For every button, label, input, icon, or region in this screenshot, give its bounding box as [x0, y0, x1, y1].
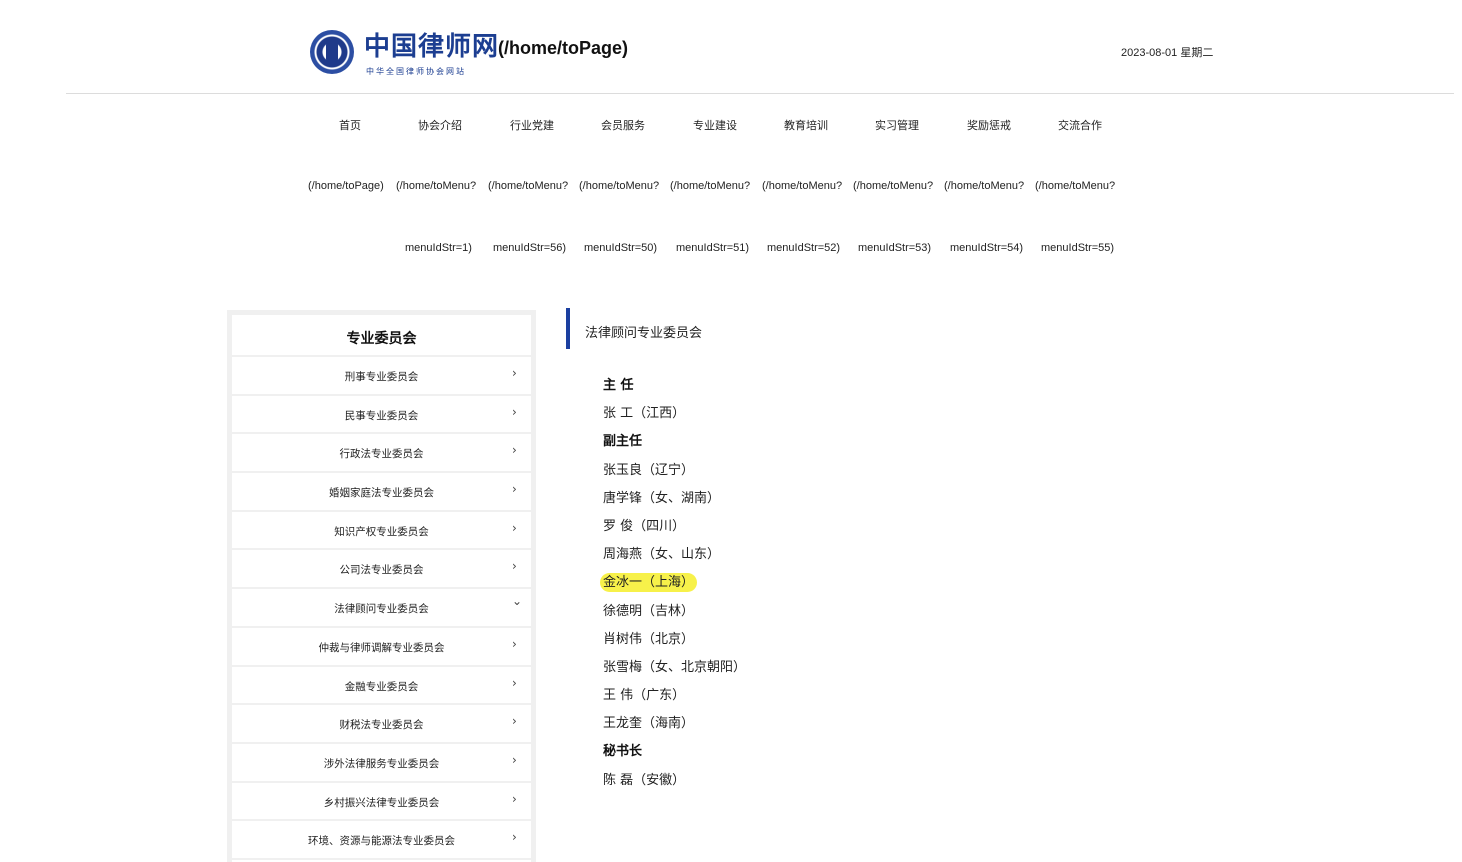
site-header: 中国律师网 中华全国律师协会网站 (/home/toPage) 2023-08-… [0, 0, 1462, 95]
member-name: 罗 俊（四川） [603, 518, 686, 534]
nav-url[interactable]: (/home/toMenu? [396, 180, 476, 192]
sidebar-item-label: 涉外法律服务专业委员会 [323, 757, 440, 770]
chevron-right-icon: › [512, 830, 517, 845]
current-date: 2023-08-01 星期二 [1121, 47, 1214, 59]
role-heading: 主 任 [603, 378, 634, 393]
highlighted-text: 金冰一（上海） [600, 573, 698, 593]
nav-item-home[interactable]: 首页 [339, 117, 361, 133]
logo-title: 中国律师网 [364, 32, 500, 62]
chevron-right-icon: › [512, 443, 517, 458]
nav-url[interactable]: (/home/toMenu? [1035, 180, 1115, 192]
sidebar-item-label: 行政法专业委员会 [339, 448, 424, 461]
nav-url[interactable]: (/home/toMenu? [853, 180, 933, 192]
member-name: 肖树伟（北京） [603, 631, 695, 647]
role-heading: 副主任 [603, 434, 643, 450]
member-name: 张 工（江西） [603, 406, 686, 422]
sidebar-item-label: 民事专业委员会 [344, 409, 419, 422]
member-name: 张玉良（辽宁） [603, 462, 695, 478]
nav-url[interactable]: (/home/toMenu? [762, 180, 842, 192]
nav-item-professional[interactable]: 专业建设 [693, 117, 737, 133]
sidebar-item-label: 仲裁与律师调解专业委员会 [318, 641, 445, 654]
chevron-right-icon: › [512, 482, 517, 497]
chevron-right-icon: › [512, 791, 517, 806]
nav-param[interactable]: menuIdStr=51) [676, 242, 749, 254]
sidebar-item-label: 法律顾问专业委员会 [334, 603, 429, 616]
chevron-right-icon: › [512, 675, 517, 690]
member-name: 王 伟（广东） [603, 688, 686, 704]
member-name: 徐德明（吉林） [603, 603, 695, 619]
nav-param[interactable]: menuIdStr=53) [858, 242, 931, 254]
nav-url[interactable]: (/home/toMenu? [488, 180, 568, 192]
chevron-right-icon: › [512, 559, 517, 574]
committee-title: 法律顾问专业委员会 [585, 326, 703, 341]
member-name: 王龙奎（海南） [603, 716, 695, 732]
chevron-right-icon: › [512, 520, 517, 535]
committee-sidebar: 专业委员会 刑事专业委员会 › 民事专业委员会 › 行政法专业委员会 › 婚姻家… [227, 310, 536, 862]
home-page-link[interactable]: (/home/toPage) [498, 38, 628, 59]
title-accent-bar [566, 308, 570, 349]
nav-item-party[interactable]: 行业党建 [510, 117, 554, 133]
member-name-highlighted: 金冰一（上海） [600, 569, 746, 597]
nav-param[interactable]: menuIdStr=1) [405, 242, 472, 254]
header-divider [66, 93, 1454, 94]
chevron-right-icon: › [512, 636, 517, 651]
sidebar-item-finance[interactable]: 金融专业委员会 › [232, 667, 531, 706]
nav-url[interactable]: (/home/toMenu? [579, 180, 659, 192]
chevron-right-icon: › [512, 366, 517, 380]
sidebar-item-label: 刑事专业委员会 [344, 371, 419, 383]
sidebar-item-label: 知识产权专业委员会 [334, 525, 429, 538]
nav-item-education[interactable]: 教育培训 [784, 117, 828, 133]
sidebar-item-label: 金融专业委员会 [344, 680, 419, 693]
sidebar-item-ip[interactable]: 知识产权专业委员会 › [232, 512, 531, 551]
sidebar-item-rural[interactable]: 乡村振兴法律专业委员会 › [232, 783, 531, 822]
chevron-right-icon: › [512, 752, 517, 767]
nav-param[interactable]: menuIdStr=52) [767, 242, 840, 254]
nav-item-member-service[interactable]: 会员服务 [601, 117, 645, 133]
member-name: 唐学锋（女、湖南） [603, 490, 721, 506]
member-name: 周海燕（女、山东） [603, 547, 721, 563]
nav-url[interactable]: (/home/toMenu? [670, 180, 750, 192]
sidebar-item-administrative[interactable]: 行政法专业委员会 › [232, 434, 531, 474]
nav-item-exchange[interactable]: 交流合作 [1058, 117, 1102, 133]
member-name: 陈 磊（安徽） [603, 772, 686, 788]
site-logo[interactable]: 中国律师网 中华全国律师协会网站 [310, 28, 498, 78]
nav-param[interactable]: menuIdStr=56) [493, 242, 566, 254]
nav-param[interactable]: menuIdStr=50) [584, 242, 657, 254]
nav-item-rewards[interactable]: 奖励惩戒 [967, 117, 1011, 133]
logo-subtitle: 中华全国律师协会网站 [366, 67, 466, 76]
nav-url[interactable]: (/home/toPage) [308, 180, 384, 192]
nav-item-about[interactable]: 协会介绍 [418, 117, 462, 133]
nav-item-internship[interactable]: 实习管理 [875, 117, 919, 133]
role-heading: 秘书长 [603, 744, 643, 760]
sidebar-item-tax[interactable]: 财税法专业委员会 › [232, 705, 531, 744]
nav-param[interactable]: menuIdStr=55) [1041, 242, 1114, 254]
sidebar-item-label: 环境、资源与能源法专业委员会 [308, 835, 455, 848]
sidebar-item-civil[interactable]: 民事专业委员会 › [232, 396, 531, 435]
nav-param-row: menuIdStr=1) menuIdStr=56) menuIdStr=50)… [0, 242, 1462, 256]
sidebar-title: 专业委员会 [232, 315, 531, 357]
sidebar-item-label: 婚姻家庭法专业委员会 [329, 487, 434, 500]
sidebar-item-label: 乡村振兴法律专业委员会 [323, 796, 440, 809]
sidebar-item-criminal[interactable]: 刑事专业委员会 › [232, 357, 531, 396]
sidebar-item-foreign-legal[interactable]: 涉外法律服务专业委员会 › [232, 744, 531, 783]
nav-url[interactable]: (/home/toMenu? [944, 180, 1024, 192]
nav-url-row: (/home/toPage) (/home/toMenu? (/home/toM… [0, 180, 1462, 194]
sidebar-item-environment[interactable]: 环境、资源与能源法专业委员会 › [232, 821, 531, 860]
sidebar-item-company[interactable]: 公司法专业委员会 › [232, 550, 531, 590]
chevron-down-icon: ⌄ [512, 594, 523, 609]
sidebar-item-label: 财税法专业委员会 [339, 719, 424, 732]
lawyers-association-emblem-icon [310, 30, 354, 74]
chevron-right-icon: › [512, 714, 517, 729]
sidebar-item-legal-counsel[interactable]: 法律顾问专业委员会 ⌄ [232, 589, 531, 628]
sidebar-item-family[interactable]: 婚姻家庭法专业委员会 › [232, 473, 531, 512]
sidebar-item-arbitration[interactable]: 仲裁与律师调解专业委员会 › [232, 628, 531, 667]
chevron-right-icon: › [512, 404, 517, 419]
sidebar-item-label: 公司法专业委员会 [339, 564, 424, 577]
member-name: 张雪梅（女、北京朝阳） [603, 659, 747, 675]
committee-content: 法律顾问专业委员会 主 任 张 工（江西） 副主任 张玉良（辽宁） 唐学锋（女、… [566, 308, 1166, 808]
member-list: 主 任 张 工（江西） 副主任 张玉良（辽宁） 唐学锋（女、湖南） 罗 俊（四川… [600, 372, 747, 795]
main-nav: 首页 协会介绍 行业党建 会员服务 专业建设 教育培训 实习管理 奖励惩戒 交流… [0, 117, 1462, 135]
nav-param[interactable]: menuIdStr=54) [950, 242, 1023, 254]
